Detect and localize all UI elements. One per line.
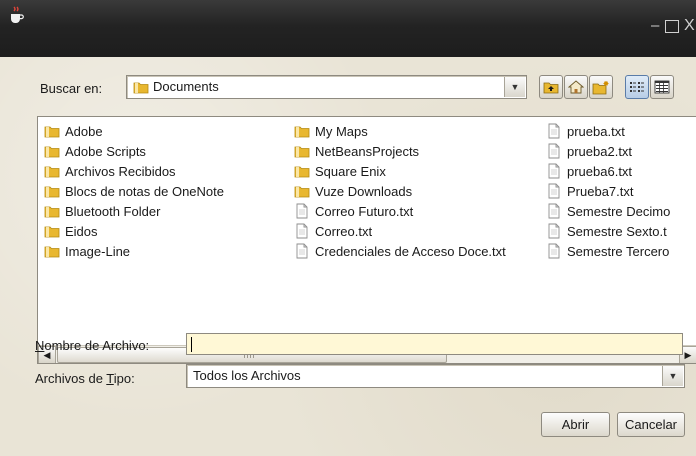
- chevron-down-icon: ▼: [510, 82, 520, 92]
- folder-icon: [294, 126, 310, 138]
- file-list[interactable]: Adobe Adobe Scripts Archivos Recibidos B…: [37, 116, 696, 364]
- text-file-icon: [548, 223, 560, 239]
- maximize-button[interactable]: [665, 20, 679, 33]
- list-item[interactable]: Prueba7.txt: [546, 181, 670, 201]
- folder-icon: [44, 126, 60, 138]
- folder-icon: [44, 246, 60, 258]
- folder-icon: [44, 186, 60, 198]
- filetype-combo[interactable]: Todos los Archivos ▼: [186, 364, 685, 388]
- list-item[interactable]: Adobe Scripts: [44, 141, 224, 161]
- close-button[interactable]: X: [684, 18, 695, 34]
- file-column: My Maps NetBeansProjects Square Enix Vuz…: [294, 121, 506, 261]
- list-item[interactable]: Semestre Sexto.t: [546, 221, 670, 241]
- lookin-combo[interactable]: Documents ▼: [126, 75, 527, 99]
- folder-icon: [44, 146, 60, 158]
- java-coffee-icon: [11, 6, 24, 23]
- text-file-icon: [296, 243, 308, 259]
- folder-icon: [44, 166, 60, 178]
- text-file-icon: [548, 203, 560, 219]
- list-item[interactable]: Image-Line: [44, 241, 224, 261]
- file-column: prueba.txt prueba2.txt prueba6.txt Prueb…: [546, 121, 670, 261]
- list-item[interactable]: Bluetooth Folder: [44, 201, 224, 221]
- folder-icon: [44, 226, 60, 238]
- list-item[interactable]: Adobe: [44, 121, 224, 141]
- list-view-icon: [630, 82, 644, 92]
- text-file-icon: [548, 183, 560, 199]
- text-file-icon: [296, 203, 308, 219]
- folder-icon: [294, 186, 310, 198]
- file-column: Adobe Adobe Scripts Archivos Recibidos B…: [44, 121, 224, 261]
- chevron-down-icon: ▼: [668, 371, 678, 381]
- new-folder-icon: [592, 80, 609, 94]
- text-file-icon: [548, 243, 560, 259]
- text-file-icon: [296, 223, 308, 239]
- filetype-value: Todos los Archivos: [193, 368, 301, 383]
- filename-label: Nombre de Archivo:: [35, 338, 150, 353]
- folder-icon: [294, 146, 310, 158]
- list-item[interactable]: Credenciales de Acceso Doce.txt: [294, 241, 506, 261]
- up-folder-button[interactable]: [539, 75, 563, 99]
- lookin-dropdown-button[interactable]: ▼: [504, 77, 525, 97]
- list-item[interactable]: Square Enix: [294, 161, 506, 181]
- new-folder-button[interactable]: [589, 75, 613, 99]
- text-caret: [191, 337, 192, 352]
- list-item[interactable]: My Maps: [294, 121, 506, 141]
- list-item[interactable]: Semestre Tercero: [546, 241, 670, 261]
- filetype-dropdown-button[interactable]: ▼: [662, 366, 683, 386]
- list-item[interactable]: Blocs de notas de OneNote: [44, 181, 224, 201]
- lookin-label: Buscar en:: [40, 81, 103, 96]
- details-view-icon: [654, 80, 670, 94]
- list-item[interactable]: prueba2.txt: [546, 141, 670, 161]
- list-item[interactable]: Semestre Decimo: [546, 201, 670, 221]
- list-item[interactable]: prueba.txt: [546, 121, 670, 141]
- list-item[interactable]: Eidos: [44, 221, 224, 241]
- text-file-icon: [548, 143, 560, 159]
- list-item[interactable]: Correo.txt: [294, 221, 506, 241]
- text-file-icon: [548, 123, 560, 139]
- folder-icon: [294, 166, 310, 178]
- details-view-button[interactable]: [650, 75, 674, 99]
- list-item[interactable]: prueba6.txt: [546, 161, 670, 181]
- lookin-value: Documents: [153, 79, 219, 94]
- home-button[interactable]: [564, 75, 588, 99]
- list-item[interactable]: NetBeansProjects: [294, 141, 506, 161]
- list-view-button[interactable]: [625, 75, 649, 99]
- filetype-label: Archivos de Tipo:: [35, 371, 135, 386]
- cancel-button[interactable]: Cancelar: [617, 412, 685, 437]
- title-bar[interactable]: – X: [0, 0, 696, 58]
- text-file-icon: [548, 163, 560, 179]
- home-icon: [568, 80, 584, 94]
- filename-input[interactable]: [186, 333, 683, 355]
- list-item[interactable]: Archivos Recibidos: [44, 161, 224, 181]
- list-item[interactable]: Vuze Downloads: [294, 181, 506, 201]
- open-button[interactable]: Abrir: [541, 412, 610, 437]
- folder-icon: [133, 82, 149, 94]
- up-folder-icon: [543, 82, 559, 94]
- file-chooser-dialog: Buscar en: Documents ▼ Adobe Adobe Scrip…: [0, 57, 696, 456]
- chevron-right-icon: ▶: [684, 349, 692, 360]
- minimize-button[interactable]: –: [651, 18, 659, 34]
- folder-icon: [44, 206, 60, 218]
- list-item[interactable]: Correo Futuro.txt: [294, 201, 506, 221]
